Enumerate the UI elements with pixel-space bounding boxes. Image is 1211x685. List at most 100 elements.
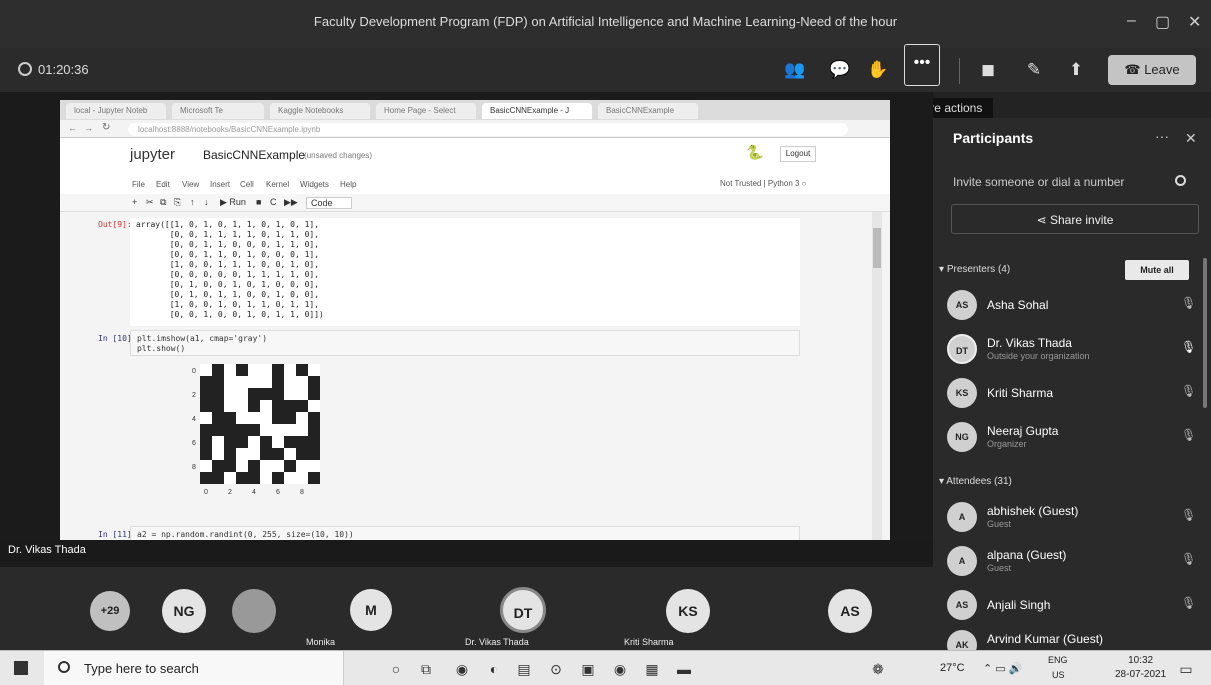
panel-scrollbar[interactable] (1203, 258, 1207, 408)
pdf-icon[interactable]: ▦ (642, 659, 662, 679)
imshow-pixel (260, 436, 272, 448)
python-icon: 🐍 (746, 144, 764, 160)
overflow-count[interactable]: +29 (90, 591, 130, 631)
scroll-thumb[interactable] (873, 228, 881, 268)
notebook-scrollbar[interactable] (872, 212, 882, 562)
browser-tab[interactable]: local - Jupyter Noteb (66, 103, 166, 119)
participant-row[interactable]: NG Neeraj Gupta Organizer 🎙 (947, 418, 1197, 458)
menu-file[interactable]: File (132, 180, 145, 189)
windows-start-icon[interactable] (14, 661, 28, 675)
participant-row[interactable]: AK Arvind Kumar (Guest) (947, 626, 1197, 650)
code-cell[interactable]: plt.imshow(a1, cmap='gray') plt.show() (130, 330, 800, 356)
mic-icon: 🎙 (1181, 340, 1197, 354)
toolbar-add[interactable]: + (132, 197, 137, 207)
browser-tab[interactable]: Microsoft Te (172, 103, 264, 119)
panel-more-icon[interactable]: ··· (1155, 128, 1169, 144)
store-icon[interactable]: ▤ (514, 659, 534, 679)
notebook-name[interactable]: BasicCNNExample (203, 148, 305, 162)
toolbar-copy[interactable]: ⧉ (160, 197, 166, 208)
task-view-icon[interactable]: ⧉ (416, 659, 436, 679)
notebook-area: Out[9]: array([[1, 0, 1, 0, 1, 1, 0, 1, … (60, 212, 890, 562)
video-tile-avatar[interactable]: DT (500, 587, 546, 633)
participant-row[interactable]: A abhishek (Guest) Guest 🎙 (947, 498, 1197, 538)
participant-row[interactable]: KS Kriti Sharma 🎙 (947, 374, 1197, 414)
language-top[interactable]: ENG (1048, 655, 1068, 665)
imshow-pixel (284, 388, 296, 400)
search-icon[interactable] (1175, 175, 1186, 186)
menu-insert[interactable]: Insert (210, 180, 230, 189)
toolbar-up[interactable]: ↑ (190, 197, 195, 207)
imshow-pixel (284, 424, 296, 436)
teams-icon[interactable]: ▣ (578, 659, 598, 679)
toolbar-cut[interactable]: ✂ (146, 197, 154, 208)
chat-icon[interactable]: 💬 (826, 56, 854, 84)
raise-hand-icon[interactable]: ✋ (864, 56, 892, 84)
video-tile-avatar[interactable]: NG (162, 589, 206, 633)
notifications-icon[interactable]: ▭ (1176, 659, 1196, 679)
close-icon[interactable]: ✕ (1188, 12, 1201, 32)
taskbar-search[interactable]: Type here to search (44, 651, 344, 685)
nav-forward-icon[interactable]: → (84, 123, 93, 133)
weather-text[interactable]: 27°C (940, 662, 965, 674)
browser-tab[interactable]: Home Page - Select (376, 103, 476, 119)
imshow-pixel (308, 412, 320, 424)
participant-row[interactable]: DT Dr. Vikas Thada Outside your organiza… (947, 330, 1197, 370)
logout-button[interactable]: Logout (780, 146, 816, 162)
imshow-pixel (272, 364, 284, 376)
menu-view[interactable]: View (182, 180, 199, 189)
toolbar-restart[interactable]: C (270, 197, 277, 207)
save-status: (unsaved changes) (304, 151, 373, 160)
leave-button[interactable]: ☎ Leave (1108, 55, 1196, 85)
browser-tab-active[interactable]: BasicCNNExample - J (482, 103, 592, 119)
video-tile-photo[interactable] (232, 589, 276, 633)
menu-edit[interactable]: Edit (156, 180, 170, 189)
toolbar-stop[interactable]: ■ (256, 197, 261, 207)
mute-all-button[interactable]: Mute all (1125, 260, 1189, 280)
tray-app-icon[interactable]: ❁ (868, 659, 888, 679)
share-invite-button[interactable]: ⋖ Share invite (951, 204, 1199, 234)
menu-help[interactable]: Help (340, 180, 356, 189)
toolbar-paste[interactable]: ⎘ (174, 197, 181, 208)
menu-widgets[interactable]: Widgets (300, 180, 329, 189)
participants-icon[interactable]: 👥 (781, 56, 809, 84)
panel-close-icon[interactable]: ✕ (1185, 130, 1197, 147)
taskbar-clock[interactable]: 10:32 28-07-2021 (1115, 654, 1166, 682)
camera-off-icon[interactable]: ◼ (974, 56, 1002, 84)
reload-icon[interactable]: ↻ (102, 122, 110, 133)
minimize-icon[interactable]: – (1127, 12, 1136, 30)
video-tile-avatar[interactable]: KS (666, 589, 710, 633)
maximize-icon[interactable]: ▢ (1155, 12, 1170, 32)
tray-icons[interactable]: ⌃ ▭ 🔊 (983, 662, 1022, 675)
chrome-icon[interactable]: ◉ (610, 659, 630, 679)
toolbar-run[interactable]: ▶ Run (220, 197, 246, 208)
mic-off-icon[interactable]: ✎ (1020, 56, 1048, 84)
participant-row[interactable]: AS Anjali Singh 🎙 (947, 586, 1197, 626)
attendees-header[interactable]: ▾ Attendees (31) (939, 476, 1012, 487)
imshow-pixel (200, 424, 212, 436)
cortana-icon[interactable]: ○ (386, 659, 406, 679)
word-icon[interactable]: ▬ (674, 659, 694, 679)
invite-input[interactable]: Invite someone or dial a number (953, 168, 1203, 196)
menu-cell[interactable]: Cell (240, 180, 254, 189)
cell-type-select[interactable]: Code (306, 197, 352, 209)
menu-kernel[interactable]: Kernel (266, 180, 289, 189)
toolbar-down[interactable]: ↓ (204, 197, 209, 207)
browser-tab[interactable]: BasicCNNExample (598, 103, 698, 119)
share-screen-icon[interactable]: ⬆ (1062, 56, 1090, 84)
more-actions-button[interactable]: ••• (904, 44, 940, 86)
presenters-header[interactable]: ▾ Presenters (4) (939, 264, 1010, 275)
nav-back-icon[interactable]: ← (68, 123, 77, 133)
app-icon[interactable]: ⊙ (546, 659, 566, 679)
chrome-icon[interactable]: ◉ (452, 659, 472, 679)
toolbar-run-all[interactable]: ▶▶ (284, 197, 298, 208)
url-field[interactable]: localhost:8888/notebooks/BasicCNNExample… (128, 123, 848, 136)
participant-row[interactable]: AS Asha Sohal 🎙 (947, 286, 1197, 326)
video-tile-avatar[interactable]: M (350, 589, 392, 631)
imshow-pixel (272, 376, 284, 388)
edge-icon[interactable]: ◐ (484, 659, 504, 679)
video-tile-avatar[interactable]: AS (828, 589, 872, 633)
imshow-pixel (224, 460, 236, 472)
browser-tab[interactable]: Kaggle Notebooks (270, 103, 370, 119)
language-bottom[interactable]: US (1052, 670, 1065, 680)
participant-row[interactable]: A alpana (Guest) Guest 🎙 (947, 542, 1197, 582)
